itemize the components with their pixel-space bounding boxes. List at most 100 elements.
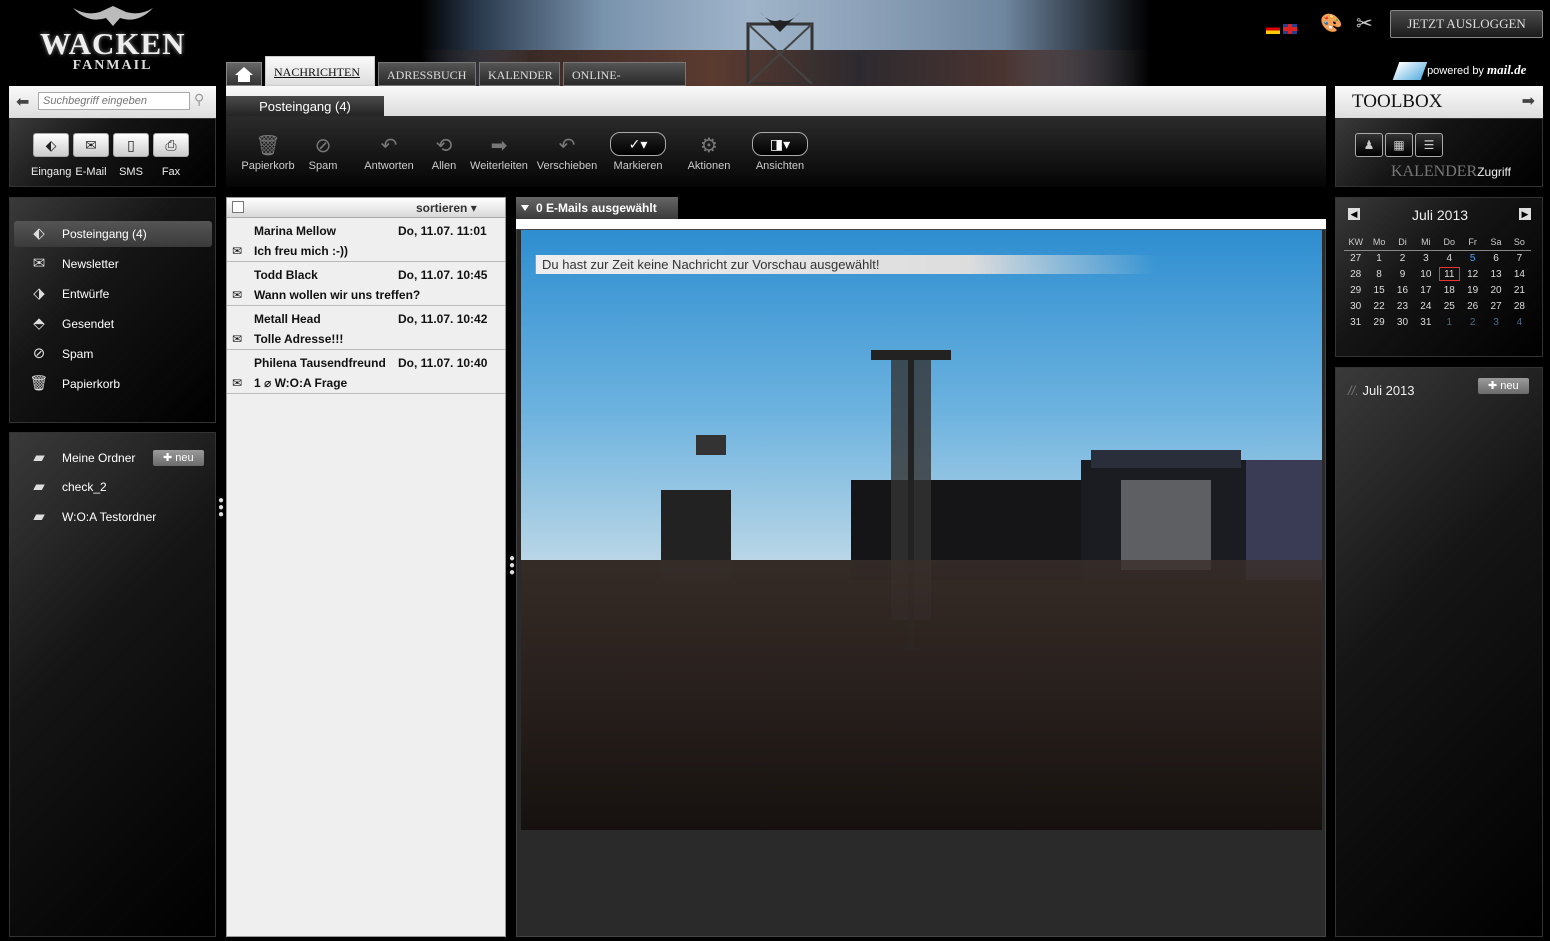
calendar-day[interactable]: 30 (1391, 314, 1414, 330)
tab-kalender[interactable]: KALENDER (479, 62, 560, 86)
calendar-weekday-header: Mi (1414, 234, 1438, 251)
calendar-day[interactable]: 20 (1484, 282, 1507, 298)
arrow-right-icon[interactable]: ➡ (1522, 86, 1535, 118)
new-folder-button[interactable]: ✚ neu (153, 450, 204, 466)
new-fax-button[interactable]: ⎙ (153, 133, 189, 157)
calendar-day[interactable]: 6 (1484, 250, 1507, 266)
views-button[interactable]: ◨▾ Ansichten (750, 132, 810, 172)
calendar-day[interactable]: 31 (1414, 314, 1437, 330)
calendar-weekday-header: Fr (1460, 234, 1485, 251)
list-resize-handle[interactable]: ● ● ● (509, 554, 515, 578)
folder-trash[interactable]: 🗑 Papierkorb (14, 371, 212, 397)
next-month-icon[interactable]: ▶ (1519, 208, 1531, 220)
sort-dropdown[interactable]: sortieren ▾ (416, 201, 477, 215)
folder-inbox[interactable]: ⬖ Posteingang (4) (14, 221, 212, 247)
calendar-day[interactable]: 27 (1484, 298, 1507, 314)
tab-online-speicher[interactable]: ONLINE-SPEICHER (563, 62, 686, 106)
de-flag-icon[interactable] (1266, 24, 1280, 34)
calendar-day[interactable]: 1 (1367, 250, 1390, 266)
person-icon: ♟ (1363, 138, 1375, 152)
calendar-day[interactable]: 2 (1391, 250, 1414, 266)
reply-button[interactable]: ↶ Antworten (362, 132, 416, 172)
calendar-day[interactable]: 3 (1484, 314, 1507, 330)
move-button[interactable]: ↶ Verschieben (534, 132, 600, 172)
forward-button[interactable]: ➡ Weiterleiten (470, 132, 528, 172)
current-folder-tab[interactable]: Posteingang (4) (226, 96, 384, 117)
tab-adressbuch[interactable]: ADRESSBUCH (378, 62, 476, 86)
tools-icon[interactable]: ✂ (1356, 11, 1373, 36)
folder-newsletter[interactable]: ✉ Newsletter (14, 251, 212, 277)
uk-flag-icon[interactable] (1283, 24, 1297, 34)
wacken-fanmail-logo: WACKEN FANMAIL (40, 4, 185, 74)
powered-prefix: powered by (1427, 65, 1484, 77)
tab-nachrichten-label: NACHRICHTEN (274, 65, 360, 79)
mail-row[interactable]: Metall Head Do, 11.07. 10:42 ✉ Tolle Adr… (227, 306, 505, 350)
reply-all-button[interactable]: ⟲ Allen (426, 132, 462, 172)
calendar-week-number: 29 (1350, 284, 1362, 296)
calendar-day[interactable]: 19 (1461, 282, 1484, 298)
search-input[interactable] (38, 92, 190, 110)
mail-row[interactable]: Philena Tausendfreund Do, 11.07. 10:40 ✉… (227, 350, 505, 394)
calendar-day[interactable]: 23 (1391, 298, 1414, 314)
new-sms-button[interactable]: ▯ (113, 133, 149, 157)
calendar-day[interactable]: 12 (1461, 266, 1484, 282)
calendar-day[interactable]: 13 (1484, 266, 1507, 282)
calendar-button[interactable]: ▦ (1385, 133, 1413, 157)
mail-row[interactable]: Todd Black Do, 11.07. 10:45 ✉ Wann wolle… (227, 262, 505, 306)
preview-tab[interactable]: 0 E-Mails ausgewählt (516, 197, 678, 219)
new-email-button[interactable]: ✉ (73, 133, 109, 157)
list-button[interactable]: ☰ (1415, 133, 1443, 157)
folder-check-2[interactable]: ▰ check_2 (14, 474, 212, 500)
actions-button[interactable]: ⚙ Aktionen (680, 132, 738, 172)
spam-button[interactable]: ⊘ Spam (300, 132, 346, 172)
calendar-day[interactable]: 28 (1508, 298, 1531, 314)
trash-button[interactable]: 🗑 Papierkorb (240, 132, 296, 172)
select-all-checkbox[interactable] (232, 201, 244, 213)
contact-button[interactable]: ♟ (1355, 133, 1383, 157)
calendar-day[interactable]: 3 (1414, 250, 1437, 266)
calendar-day[interactable]: 10 (1414, 266, 1437, 282)
logo-subtitle: FANMAIL (72, 58, 153, 73)
gear-icon: ⚙ (700, 135, 718, 157)
calendar-day[interactable]: 5 (1461, 250, 1484, 266)
logout-button[interactable]: JETZT AUSLOGGEN (1390, 10, 1543, 38)
calendar-day[interactable]: 15 (1367, 282, 1390, 298)
mail-row[interactable]: Marina Mellow Do, 11.07. 11:01 ✉ Ich fre… (227, 218, 505, 262)
calendar-day[interactable]: 25 (1438, 298, 1461, 314)
calendar-day[interactable]: 18 (1438, 282, 1461, 298)
unread-envelope-icon: ✉ (232, 332, 243, 346)
tab-nachrichten[interactable]: NACHRICHTEN (265, 56, 375, 86)
folder-drafts[interactable]: ⬗ Entwürfe (14, 281, 212, 307)
calendar-day[interactable]: 8 (1367, 266, 1390, 282)
calendar-day[interactable]: 2 (1461, 314, 1484, 330)
folder-woa-testordner[interactable]: ▰ W:O:A Testordner (14, 504, 212, 530)
calendar-day[interactable]: 17 (1414, 282, 1437, 298)
back-arrow-icon[interactable]: ⬅ (16, 92, 29, 112)
calendar-day[interactable]: 4 (1438, 250, 1461, 266)
calendar-day[interactable]: 26 (1461, 298, 1484, 314)
palette-icon[interactable]: 🎨 (1320, 13, 1342, 34)
calendar-day[interactable]: 4 (1508, 314, 1531, 330)
mark-button[interactable]: ✓▾ Markieren (608, 132, 668, 172)
calendar-day[interactable]: 14 (1508, 266, 1531, 282)
calendar-day[interactable]: 21 (1508, 282, 1531, 298)
calendar-day[interactable]: 24 (1414, 298, 1437, 314)
calendar-weekday-header: So (1507, 234, 1532, 251)
folder-spam[interactable]: ⊘ Spam (14, 341, 212, 367)
calendar-day[interactable]: 7 (1508, 250, 1531, 266)
calendar-day[interactable]: 29 (1367, 314, 1390, 330)
calendar-day[interactable]: 9 (1391, 266, 1414, 282)
folder-spam-label: Spam (62, 347, 94, 361)
search-icon[interactable]: ⚲ (194, 91, 204, 108)
folder-sent[interactable]: ⬘ Gesendet (14, 311, 212, 337)
calendar-day[interactable]: 1 (1438, 314, 1461, 330)
calendar-day[interactable]: 11 (1438, 266, 1461, 282)
calendar-week-number: 27 (1350, 252, 1362, 264)
calendar-day[interactable]: 16 (1391, 282, 1414, 298)
calendar-day[interactable]: 22 (1367, 298, 1390, 314)
panel-resize-handle[interactable]: ● ● ● (218, 496, 224, 520)
inbox-check-button[interactable]: ⬖ (33, 133, 69, 157)
toolbox-title: TOOLBOX (1352, 91, 1443, 112)
new-event-button[interactable]: ✚ neu (1478, 378, 1529, 394)
home-tab[interactable] (226, 62, 262, 86)
